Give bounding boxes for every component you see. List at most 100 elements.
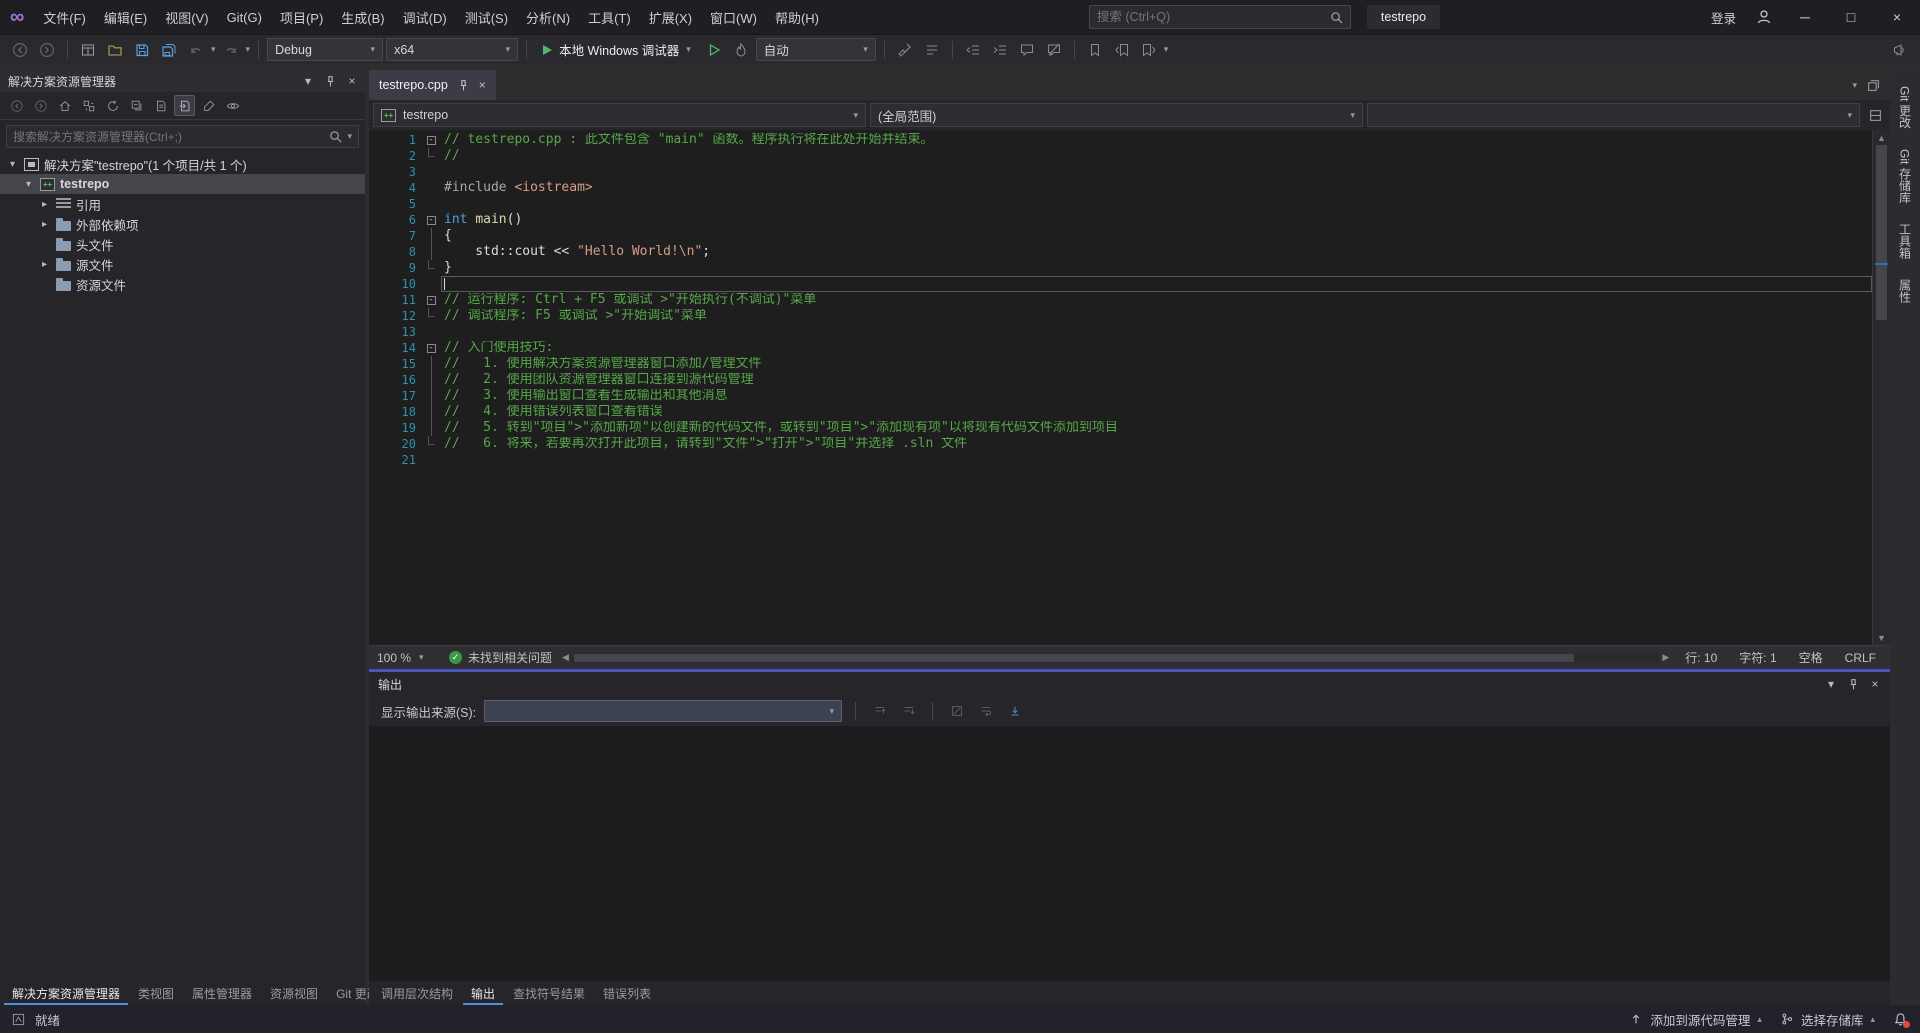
split-window-icon[interactable] bbox=[1864, 103, 1886, 127]
bottom-tab-1[interactable]: 调用层次结构 bbox=[373, 981, 461, 1005]
column-indicator[interactable]: 字符: 1 bbox=[1733, 649, 1782, 666]
code-line[interactable]: 9} bbox=[369, 260, 1872, 276]
start-debugging-button[interactable]: 本地 Windows 调试器 ▾ bbox=[535, 38, 699, 62]
solution-search-box[interactable]: ▾ bbox=[6, 125, 359, 148]
save-all-icon[interactable] bbox=[157, 38, 181, 62]
close-button[interactable]: × bbox=[1874, 0, 1920, 34]
window-menu-icon[interactable]: ▾ bbox=[299, 72, 317, 90]
configuration-select[interactable]: Debug▾ bbox=[267, 38, 383, 61]
code-line[interactable]: 13 bbox=[369, 324, 1872, 340]
undo-dropdown-icon[interactable]: ▾ bbox=[211, 45, 216, 54]
menu-item-6[interactable]: 生成(B) bbox=[332, 0, 393, 34]
properties-icon[interactable] bbox=[198, 95, 219, 116]
panel-back-icon[interactable] bbox=[6, 95, 27, 116]
right-tab-2[interactable]: Git 存储库 bbox=[1897, 149, 1914, 204]
fold-collapse-icon[interactable]: - bbox=[427, 136, 436, 145]
clear-all-icon[interactable] bbox=[946, 701, 967, 722]
tree-item[interactable]: ▸外部依赖项 bbox=[0, 214, 365, 234]
spaces-indicator[interactable]: 空格 bbox=[1793, 649, 1829, 666]
menu-item-10[interactable]: 工具(T) bbox=[579, 0, 640, 34]
expander-icon[interactable]: ▸ bbox=[38, 259, 51, 270]
document-tab[interactable]: testrepo.cpp × bbox=[369, 70, 496, 100]
bottom-tab-2[interactable]: 输出 bbox=[463, 981, 503, 1005]
redo-dropdown-icon[interactable]: ▾ bbox=[246, 45, 251, 54]
notifications-bell-icon[interactable] bbox=[1893, 1012, 1908, 1027]
menu-item-4[interactable]: Git(G) bbox=[218, 0, 271, 34]
bookmark-next-icon[interactable] bbox=[1137, 38, 1161, 62]
collapse-all-icon[interactable] bbox=[126, 95, 147, 116]
open-file-icon[interactable] bbox=[103, 38, 127, 62]
editor-horizontal-scrollbar[interactable]: ◀ ▶ bbox=[562, 652, 1669, 663]
type-scope-select[interactable]: (全局范围) ▾ bbox=[870, 103, 1363, 127]
eol-indicator[interactable]: CRLF bbox=[1839, 651, 1882, 665]
menu-item-11[interactable]: 扩展(X) bbox=[640, 0, 701, 34]
editor-vertical-scrollbar[interactable]: ▲ ▼ bbox=[1872, 130, 1890, 645]
preview-selected-items-icon[interactable] bbox=[222, 95, 243, 116]
hot-reload-mode-select[interactable]: 自动▾ bbox=[756, 38, 876, 61]
indent-increase-icon[interactable] bbox=[988, 38, 1012, 62]
scroll-left-icon[interactable]: ◀ bbox=[562, 652, 569, 663]
select-repository-button[interactable]: 选择存储库 ▴ bbox=[1780, 1010, 1875, 1029]
line-indicator[interactable]: 行: 10 bbox=[1679, 649, 1723, 666]
close-icon[interactable]: × bbox=[479, 78, 486, 92]
scroll-down-icon[interactable]: ▼ bbox=[1873, 630, 1890, 645]
switch-views-icon[interactable] bbox=[78, 95, 99, 116]
search-icon[interactable] bbox=[329, 130, 342, 143]
close-icon[interactable]: × bbox=[343, 72, 361, 90]
tree-item[interactable]: 头文件 bbox=[0, 234, 365, 254]
code-cleanup-icon[interactable] bbox=[893, 38, 917, 62]
toolbar-options-icon[interactable]: ▾ bbox=[1164, 45, 1169, 54]
menu-item-13[interactable]: 帮助(H) bbox=[766, 0, 828, 34]
refresh-icon[interactable] bbox=[102, 95, 123, 116]
show-all-files-icon[interactable] bbox=[150, 95, 171, 116]
document-list-icon[interactable]: ▾ bbox=[1852, 81, 1857, 90]
document-health-indicator[interactable]: ✓ 未找到相关问题 bbox=[449, 649, 552, 666]
bottom-tab-4[interactable]: 错误列表 bbox=[595, 981, 659, 1005]
code-line[interactable]: 11-// 运行程序: Ctrl + F5 或调试 >"开始执行(不调试)"菜单 bbox=[369, 292, 1872, 308]
comment-icon[interactable] bbox=[1015, 38, 1039, 62]
global-search-box[interactable] bbox=[1089, 5, 1351, 29]
right-tab-1[interactable]: Git 更改 bbox=[1897, 86, 1914, 129]
tree-item[interactable]: ▸源文件 bbox=[0, 254, 365, 274]
start-without-debugging-icon[interactable] bbox=[702, 38, 726, 62]
code-line[interactable]: 19// 5. 转到"项目">"添加新项"以创建新的代码文件，或转到"项目">"… bbox=[369, 420, 1872, 436]
menu-item-2[interactable]: 编辑(E) bbox=[95, 0, 156, 34]
scroll-right-icon[interactable]: ▶ bbox=[1662, 652, 1669, 663]
code-line[interactable]: 16// 2. 使用团队资源管理器窗口连接到源代码管理 bbox=[369, 372, 1872, 388]
search-options-icon[interactable]: ▾ bbox=[347, 132, 352, 141]
scrollbar-track[interactable] bbox=[572, 653, 1659, 663]
word-wrap-icon[interactable] bbox=[975, 701, 996, 722]
global-search-input[interactable] bbox=[1097, 10, 1324, 24]
window-menu-icon[interactable]: ▾ bbox=[1822, 675, 1840, 693]
fold-collapse-icon[interactable]: - bbox=[427, 296, 436, 305]
code-line[interactable]: 12// 调试程序: F5 或调试 >"开始调试"菜单 bbox=[369, 308, 1872, 324]
code-line[interactable]: 1-// testrepo.cpp : 此文件包含 "main" 函数。程序执行… bbox=[369, 132, 1872, 148]
expander-icon[interactable]: ▸ bbox=[38, 219, 51, 230]
code-line[interactable]: 8 std::cout << "Hello World!\n"; bbox=[369, 244, 1872, 260]
code-line[interactable]: 20// 6. 将来，若要再次打开此项目，请转到"文件">"打开">"项目"并选… bbox=[369, 436, 1872, 452]
indent-decrease-icon[interactable] bbox=[961, 38, 985, 62]
code-line[interactable]: 17// 3. 使用输出窗口查看生成输出和其他消息 bbox=[369, 388, 1872, 404]
window-layout-icon[interactable] bbox=[76, 38, 100, 62]
uncomment-icon[interactable] bbox=[1042, 38, 1066, 62]
menu-item-8[interactable]: 测试(S) bbox=[456, 0, 517, 34]
member-scope-select[interactable]: ▾ bbox=[1367, 103, 1860, 127]
code-line[interactable]: 21 bbox=[369, 452, 1872, 468]
tree-item[interactable]: ▾解决方案"testrepo"(1 个项目/共 1 个) bbox=[0, 154, 365, 174]
float-window-icon[interactable] bbox=[1867, 79, 1880, 92]
sidebar-tab-4[interactable]: 资源视图 bbox=[262, 981, 326, 1005]
bottom-tab-3[interactable]: 查找符号结果 bbox=[505, 981, 593, 1005]
code-editor[interactable]: 1-// testrepo.cpp : 此文件包含 "main" 函数。程序执行… bbox=[369, 130, 1890, 645]
bookmark-prev-icon[interactable] bbox=[1110, 38, 1134, 62]
fold-collapse-icon[interactable]: - bbox=[427, 216, 436, 225]
output-source-select[interactable]: ▾ bbox=[484, 700, 842, 722]
expander-icon[interactable]: ▾ bbox=[6, 159, 19, 170]
feedback-icon[interactable] bbox=[1888, 38, 1912, 62]
code-lines[interactable]: 1-// testrepo.cpp : 此文件包含 "main" 函数。程序执行… bbox=[369, 130, 1872, 645]
pin-icon[interactable] bbox=[457, 79, 470, 92]
tree-item[interactable]: 资源文件 bbox=[0, 274, 365, 294]
expander-icon[interactable]: ▸ bbox=[38, 199, 51, 210]
save-icon[interactable] bbox=[130, 38, 154, 62]
autoscroll-icon[interactable] bbox=[1004, 701, 1025, 722]
sidebar-tab-1[interactable]: 解决方案资源管理器 bbox=[4, 981, 128, 1005]
